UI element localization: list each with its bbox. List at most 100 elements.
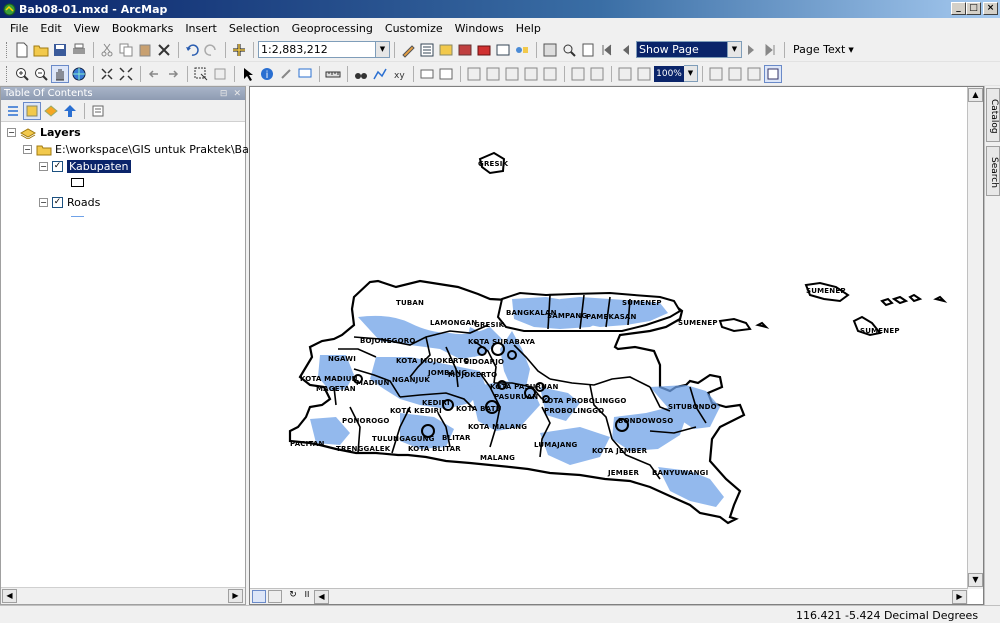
map-vertical-scrollbar[interactable]: ▲ ▼: [967, 87, 983, 589]
pin-icon[interactable]: ⊟: [220, 89, 228, 99]
map-horizontal-scrollbar[interactable]: ↻ II ◀ ▶: [250, 588, 968, 604]
pause-drawing-icon[interactable]: II: [300, 590, 314, 603]
collapse-icon[interactable]: −: [23, 145, 32, 154]
copy-icon[interactable]: [117, 41, 135, 59]
menu-insert[interactable]: Insert: [179, 22, 223, 35]
redo-icon[interactable]: [202, 41, 220, 59]
line-symbol-icon[interactable]: [71, 216, 84, 217]
map-scale-input[interactable]: 1:2,883,212: [258, 41, 376, 58]
zoom-out-icon[interactable]: [32, 65, 50, 83]
menu-selection[interactable]: Selection: [223, 22, 286, 35]
hyperlink-icon[interactable]: [277, 65, 295, 83]
layer-name[interactable]: Kabupaten: [67, 160, 131, 173]
chevron-down-icon[interactable]: ▼: [848, 46, 853, 54]
menu-geoprocessing[interactable]: Geoprocessing: [286, 22, 379, 35]
measure-icon[interactable]: [324, 65, 342, 83]
find-binoculars-icon[interactable]: [352, 65, 370, 83]
polygon-symbol-icon[interactable]: [71, 178, 84, 187]
layer-visibility-checkbox[interactable]: ✓: [52, 197, 63, 208]
refresh-icon[interactable]: ↻: [286, 590, 300, 603]
menu-edit[interactable]: Edit: [34, 22, 67, 35]
editor-toolbar-icon[interactable]: [399, 41, 417, 59]
layout-forward-extent-icon[interactable]: [635, 65, 653, 83]
save-icon[interactable]: [51, 41, 69, 59]
time-slider-icon[interactable]: [418, 65, 436, 83]
first-page-icon[interactable]: [598, 41, 616, 59]
model-builder-icon[interactable]: [513, 41, 531, 59]
menu-windows[interactable]: Windows: [449, 22, 510, 35]
table-of-contents-icon[interactable]: [418, 41, 436, 59]
select-elements-icon[interactable]: [239, 65, 257, 83]
python-window-icon[interactable]: [494, 41, 512, 59]
collapse-icon[interactable]: −: [39, 162, 48, 171]
toc-horizontal-scrollbar[interactable]: ◀ ▶: [1, 587, 245, 604]
minimize-button[interactable]: _: [951, 2, 966, 15]
menu-file[interactable]: File: [4, 22, 34, 35]
focus-data-frame-icon[interactable]: [726, 65, 744, 83]
clear-selection-icon[interactable]: [211, 65, 229, 83]
collapse-icon[interactable]: −: [7, 128, 16, 137]
pan-hand-icon[interactable]: [51, 64, 69, 83]
create-viewer-window-icon[interactable]: [437, 65, 455, 83]
page-text-menu[interactable]: Page Text: [793, 43, 845, 56]
layout-zoom-in-icon[interactable]: [465, 65, 483, 83]
layout-fixed-zoom-out-icon[interactable]: [588, 65, 606, 83]
delete-icon[interactable]: [155, 41, 173, 59]
toggle-draft-mode-icon[interactable]: [707, 65, 725, 83]
layout-back-extent-icon[interactable]: [616, 65, 634, 83]
zoom-percent-combo[interactable]: 100%: [654, 65, 684, 82]
search-window-icon[interactable]: [456, 41, 474, 59]
fixed-zoom-in-icon[interactable]: [98, 65, 116, 83]
menu-customize[interactable]: Customize: [379, 22, 449, 35]
zoom-whole-layout-icon[interactable]: [522, 65, 540, 83]
map-canvas[interactable]: GRESIK TUBAN BANGKALAN SAMPANG PAMEKASAN…: [250, 87, 968, 589]
layout-pan-icon[interactable]: [503, 65, 521, 83]
layer-visibility-checkbox[interactable]: ✓: [52, 161, 63, 172]
toolbar-grip[interactable]: [6, 41, 9, 58]
map-display[interactable]: GRESIK TUBAN BANGKALAN SAMPANG PAMEKASAN…: [249, 86, 984, 605]
arctoolbox-icon[interactable]: [475, 41, 493, 59]
open-folder-icon[interactable]: [32, 41, 50, 59]
page-icon[interactable]: [579, 41, 597, 59]
sapudi-island[interactable]: [718, 317, 752, 333]
page-selector[interactable]: Show Page: [636, 41, 728, 58]
select-features-icon[interactable]: [192, 65, 210, 83]
previous-page-icon[interactable]: [617, 41, 635, 59]
layout-view-button[interactable]: [268, 590, 282, 603]
list-by-source-icon[interactable]: [23, 101, 41, 120]
print-icon[interactable]: [70, 41, 88, 59]
kabupaten-symbol[interactable]: [71, 178, 84, 187]
list-by-selection-icon[interactable]: [61, 102, 79, 120]
options-icon[interactable]: [89, 102, 107, 120]
next-page-icon[interactable]: [742, 41, 760, 59]
last-page-icon[interactable]: [761, 41, 779, 59]
collapse-icon[interactable]: −: [39, 198, 48, 207]
layout-fixed-zoom-in-icon[interactable]: [569, 65, 587, 83]
layer-name[interactable]: Roads: [67, 196, 100, 209]
cut-icon[interactable]: [98, 41, 116, 59]
html-popup-icon[interactable]: [296, 65, 314, 83]
close-button[interactable]: ×: [983, 2, 998, 15]
maximize-button[interactable]: □: [966, 2, 981, 15]
paste-icon[interactable]: [136, 41, 154, 59]
go-forward-icon[interactable]: [164, 65, 182, 83]
identify-icon[interactable]: i: [258, 65, 276, 83]
data-view-button[interactable]: [252, 590, 266, 603]
add-data-icon[interactable]: [230, 41, 248, 59]
find-route-icon[interactable]: [371, 65, 389, 83]
scroll-right-icon[interactable]: ▶: [952, 590, 967, 604]
data-driven-pages-icon[interactable]: [764, 64, 782, 83]
scroll-up-icon[interactable]: ▲: [968, 88, 983, 102]
go-to-xy-icon[interactable]: xy: [390, 65, 408, 83]
small-islands[interactable]: [755, 293, 948, 329]
menu-view[interactable]: View: [68, 22, 106, 35]
layout-toolbar-icon[interactable]: [541, 41, 559, 59]
scroll-down-icon[interactable]: ▼: [968, 573, 983, 587]
undo-icon[interactable]: [183, 41, 201, 59]
zoom-whole-page-icon[interactable]: [560, 41, 578, 59]
catalog-tab[interactable]: Catalog: [986, 88, 1000, 142]
catalog-window-icon[interactable]: [437, 41, 455, 59]
roads-symbol[interactable]: [71, 216, 84, 217]
east-java-map[interactable]: [250, 87, 968, 589]
scroll-left-icon[interactable]: ◀: [2, 589, 17, 603]
